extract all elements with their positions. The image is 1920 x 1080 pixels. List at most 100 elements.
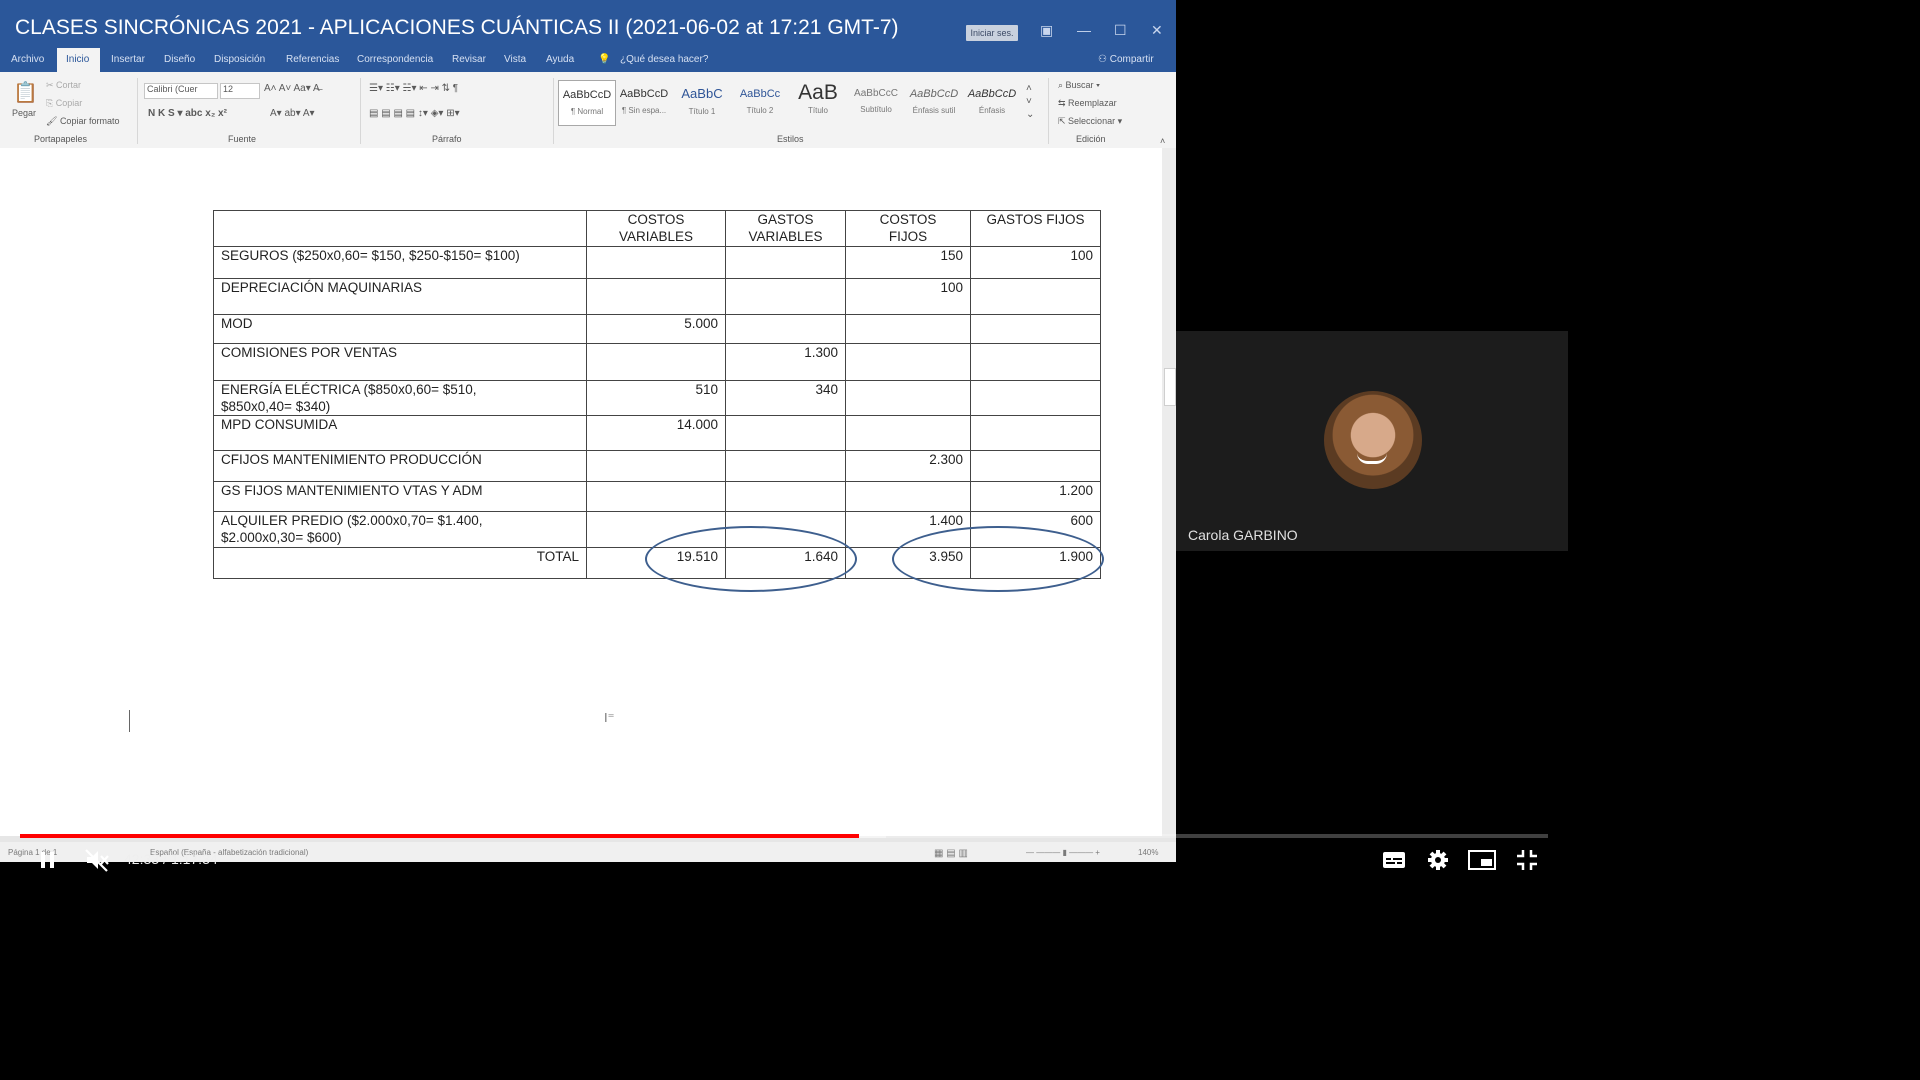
cell-value xyxy=(845,380,971,416)
style-no-spacing[interactable]: AaBbCcD ¶ Sin espa... xyxy=(616,80,672,124)
mute-icon[interactable] xyxy=(84,848,110,872)
minimize-icon[interactable]: — xyxy=(1077,22,1091,38)
avatar xyxy=(1324,391,1422,489)
vertical-scroll-thumb[interactable] xyxy=(1164,368,1176,406)
font-size-select[interactable]: 12 xyxy=(220,83,260,99)
table-row: CFIJOS MANTENIMIENTO PRODUCCIÓN 2.300 xyxy=(213,450,1101,482)
participant-name: Carola GARBINO xyxy=(1188,527,1298,543)
cell-value xyxy=(725,450,846,482)
zoom-level[interactable]: 140% xyxy=(1138,848,1158,857)
video-title: CLASES SINCRÓNICAS 2021 - APLICACIONES C… xyxy=(15,16,899,39)
tab-disposicion[interactable]: Disposición xyxy=(214,54,265,65)
ribbon-display-icon[interactable]: ▣ xyxy=(1040,22,1053,39)
replace-label: Reemplazar xyxy=(1068,98,1117,108)
cell-value xyxy=(725,314,846,344)
exit-fullscreen-icon[interactable] xyxy=(1516,849,1538,871)
style-subtle-emphasis[interactable]: AaBbCcD Énfasis sutil xyxy=(906,80,962,124)
paste-icon[interactable]: 📋 xyxy=(13,80,38,105)
share-button[interactable]: ⚇ Compartir xyxy=(1098,54,1154,65)
sign-in-button[interactable]: Iniciar ses. xyxy=(966,25,1018,41)
cut-button[interactable]: ✂ Cortar xyxy=(46,80,81,91)
row-label: CFIJOS MANTENIMIENTO PRODUCCIÓN xyxy=(213,450,587,482)
list-icons[interactable]: ☰▾ ☷▾ ☵▾ ⇤ ⇥ ⇅ ¶ xyxy=(369,83,458,94)
style-sample: AaBbCc xyxy=(739,88,781,100)
cell-value: 2.300 xyxy=(845,450,971,482)
cell-value xyxy=(725,415,846,451)
ribbon-separator xyxy=(553,78,554,144)
grow-shrink-font-icons[interactable]: A˄ A˅ Aa▾ A̶ xyxy=(264,83,320,94)
paste-button[interactable]: Pegar xyxy=(12,108,36,118)
pause-icon[interactable] xyxy=(38,850,58,870)
cell-value xyxy=(970,415,1101,451)
header-gastos-fijos: GASTOS FIJOS xyxy=(986,212,1085,227)
maximize-icon[interactable]: ☐ xyxy=(1114,22,1127,39)
tab-inicio-label: Inicio xyxy=(66,54,90,65)
tab-vista[interactable]: Vista xyxy=(504,54,526,65)
lightbulb-icon: 💡 xyxy=(598,54,611,65)
style-name: Subtítulo xyxy=(860,105,892,114)
table-header-row: COSTOS VARIABLES GASTOS VARIABLES COSTOS… xyxy=(213,210,1101,247)
text-cursor xyxy=(129,710,130,732)
style-name: Título 2 xyxy=(746,106,774,115)
tab-archivo[interactable]: Archivo xyxy=(11,54,44,65)
cell-value xyxy=(845,481,971,512)
style-emphasis[interactable]: AaBbCcD Énfasis xyxy=(964,80,1020,124)
cell-value xyxy=(725,481,846,512)
font-color-icons[interactable]: A▾ ab▾ A▾ xyxy=(270,108,315,119)
cell-value xyxy=(845,343,971,381)
cost-classification-table: COSTOS VARIABLES GASTOS VARIABLES COSTOS… xyxy=(213,210,1101,579)
subtitles-icon[interactable] xyxy=(1382,850,1406,870)
close-icon[interactable]: ✕ xyxy=(1151,22,1163,39)
video-player[interactable]: Iniciar ses. ▣ — ☐ ✕ Archivo Insertar Di… xyxy=(0,0,1568,882)
progress-bar[interactable] xyxy=(20,834,1548,838)
row-label: ALQUILER PREDIO ($2.000x0,70= $1.400, $2… xyxy=(213,511,587,548)
replace-button[interactable]: ⇆ Reemplazar xyxy=(1058,98,1117,109)
tab-correspondencia[interactable]: Correspondencia xyxy=(357,54,433,65)
cell-value: 100 xyxy=(845,278,971,315)
style-heading-1[interactable]: AaBbC Título 1 xyxy=(674,80,730,124)
ribbon-separator xyxy=(1048,78,1049,144)
styles-scroll-icons[interactable]: ˄ ˅ ⌄ xyxy=(1026,82,1034,121)
select-button[interactable]: ⇱ Seleccionar ▾ xyxy=(1058,116,1122,127)
style-name: Título xyxy=(807,106,828,115)
style-heading-2[interactable]: AaBbCc Título 2 xyxy=(732,80,788,124)
row-label: SEGUROS ($250x0,60= $150, $250-$150= $10… xyxy=(213,246,587,279)
avatar-smile xyxy=(1357,453,1387,464)
header-costos-variables: COSTOS VARIABLES xyxy=(618,212,694,244)
tab-revisar[interactable]: Revisar xyxy=(452,54,486,65)
tab-insertar[interactable]: Insertar xyxy=(111,54,145,65)
collapse-ribbon-icon[interactable]: ˄ xyxy=(1160,136,1165,146)
tab-inicio[interactable]: Inicio xyxy=(57,48,100,72)
tab-referencias[interactable]: Referencias xyxy=(286,54,339,65)
tab-diseno[interactable]: Diseño xyxy=(164,54,195,65)
table-row: SEGUROS ($250x0,60= $150, $250-$150= $10… xyxy=(213,246,1101,279)
find-button[interactable]: ⌕ Buscar ▾ xyxy=(1058,80,1100,91)
cell-value: 100 xyxy=(970,246,1101,279)
align-icons[interactable]: ▤ ▤ ▤ ▤ ↕▾ ◈▾ ⊞▾ xyxy=(369,108,460,119)
cell-value xyxy=(845,314,971,344)
style-normal[interactable]: AaBbCcD ¶ Normal xyxy=(558,80,616,126)
group-label-paragraph: Párrafo xyxy=(432,134,462,144)
table-header-cell xyxy=(213,210,587,247)
zoom-slider[interactable]: — ——— ▮ ——— + xyxy=(1026,848,1100,857)
tell-me-search[interactable]: ¿Qué desea hacer? xyxy=(620,54,708,65)
vertical-scrollbar[interactable] xyxy=(1162,148,1176,836)
row-label: MPD CONSUMIDA xyxy=(213,415,587,451)
view-mode-icons[interactable]: ▦ ▤ ▥ xyxy=(934,848,968,859)
font-name-select[interactable]: Calibri (Cuer xyxy=(144,83,218,99)
style-name: Énfasis sutil xyxy=(912,106,956,115)
cell-value: 150 xyxy=(845,246,971,279)
row-label: DEPRECIACIÓN MAQUINARIAS xyxy=(213,278,587,315)
style-title[interactable]: AaB Título xyxy=(790,80,846,124)
miniplayer-icon[interactable] xyxy=(1468,849,1496,871)
find-label: Buscar xyxy=(1065,80,1094,90)
time-display: 42:33/1:17:34 xyxy=(124,851,218,867)
bold-italic-underline-icons[interactable]: N K S ▾ abc x₂ x² xyxy=(148,108,227,119)
table-row: DEPRECIACIÓN MAQUINARIAS 100 xyxy=(213,278,1101,315)
settings-gear-icon[interactable] xyxy=(1427,849,1449,871)
copy-button[interactable]: ⎘ Copiar xyxy=(46,98,82,109)
tab-ayuda[interactable]: Ayuda xyxy=(546,54,574,65)
style-subtitle[interactable]: AaBbCcC Subtítulo xyxy=(848,80,904,124)
format-painter-button[interactable]: 🖌 Copiar formato xyxy=(46,116,119,127)
cell-value xyxy=(970,314,1101,344)
